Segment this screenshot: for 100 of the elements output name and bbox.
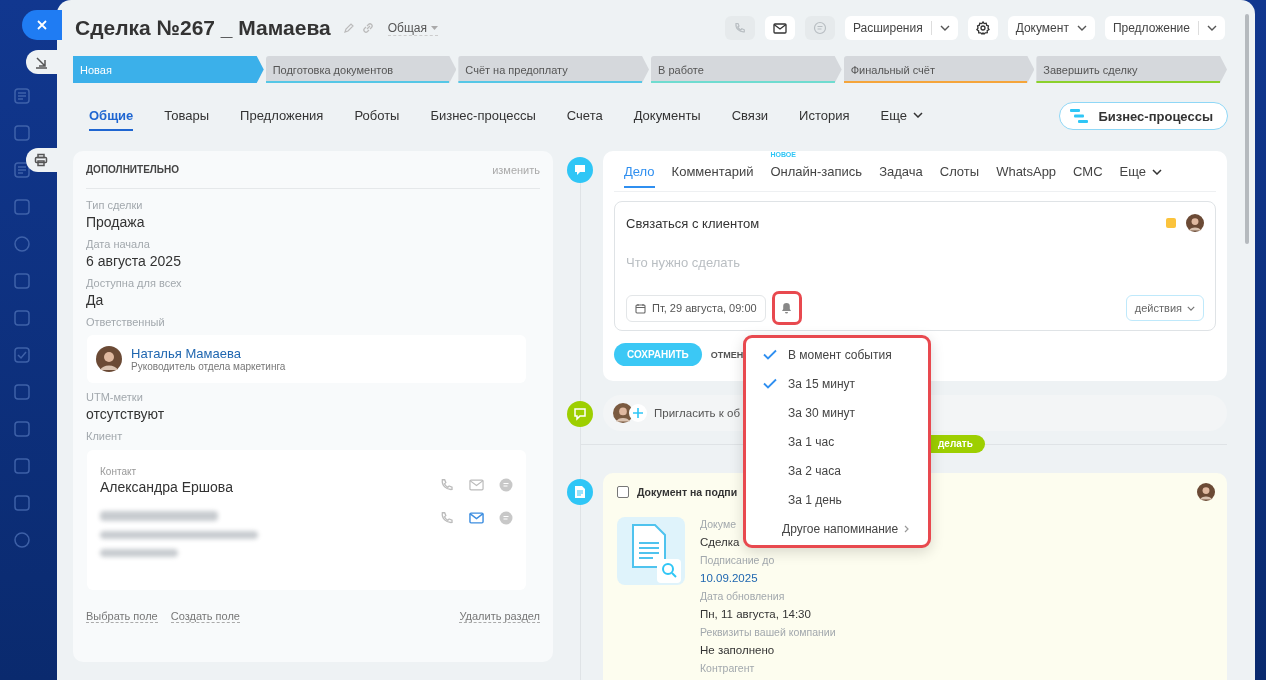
section-title: ДОПОЛНИТЕЛЬНО bbox=[86, 164, 180, 175]
field-action-link[interactable]: Выбрать поле bbox=[86, 610, 158, 623]
circle-icon[interactable] bbox=[12, 531, 31, 549]
business-process-button[interactable]: Бизнес-процессы bbox=[1059, 102, 1228, 130]
chevron-down-icon bbox=[1076, 25, 1087, 31]
split-dropdown-button[interactable]: Предложение bbox=[1104, 16, 1225, 40]
field-label: Тип сделки bbox=[86, 199, 144, 211]
cancel-button[interactable]: ОТМЕН bbox=[710, 349, 744, 360]
stage-step[interactable]: Подготовка документов bbox=[265, 56, 457, 83]
field-label: UTM-метки bbox=[86, 391, 144, 403]
split-dropdown-button[interactable]: Расширения bbox=[844, 16, 958, 40]
tab[interactable]: СМС bbox=[1073, 154, 1103, 188]
tab[interactable]: Слоты bbox=[939, 154, 980, 188]
close-button[interactable] bbox=[22, 10, 62, 40]
person-role: Руководитель отдела маркетинга bbox=[131, 361, 286, 372]
phone-icon[interactable] bbox=[440, 478, 454, 492]
app-icon[interactable] bbox=[12, 161, 31, 179]
arrow-icon bbox=[33, 55, 48, 69]
tab[interactable]: Бизнес-процессы bbox=[430, 101, 536, 131]
mail-icon[interactable] bbox=[468, 512, 485, 524]
date-link[interactable]: 10.09.2025 bbox=[700, 569, 758, 587]
field-label: Клиент bbox=[86, 430, 124, 442]
menu-item[interactable]: За 2 часа bbox=[746, 456, 928, 485]
chevron-down-icon bbox=[939, 25, 950, 31]
mail-icon[interactable] bbox=[468, 479, 485, 491]
circle-icon[interactable] bbox=[12, 235, 31, 253]
tab[interactable]: Еще bbox=[1119, 154, 1163, 188]
category-dropdown[interactable]: Общая bbox=[387, 20, 438, 36]
avatar bbox=[96, 346, 122, 372]
settings-button[interactable] bbox=[967, 16, 998, 40]
field-label: Дата обновления bbox=[700, 589, 785, 603]
stage-step[interactable]: Завершить сделку bbox=[1036, 56, 1228, 83]
email-button[interactable] bbox=[764, 16, 795, 40]
calendar-icon bbox=[635, 302, 646, 314]
menu-item[interactable]: За 30 минут bbox=[746, 398, 928, 427]
stage-step[interactable]: Финальный счёт bbox=[843, 56, 1035, 83]
tab[interactable]: Товары bbox=[164, 101, 210, 131]
field-label: Подписание до bbox=[700, 553, 775, 567]
dropdown-button[interactable]: Документ bbox=[1007, 16, 1095, 40]
add-icon[interactable] bbox=[629, 404, 647, 422]
chat-icon[interactable] bbox=[499, 478, 513, 492]
gear-icon bbox=[975, 21, 990, 35]
chevron-down-icon bbox=[1187, 305, 1195, 311]
tab[interactable]: WhatsApp bbox=[996, 154, 1057, 188]
task-title[interactable]: Связаться с клиентом bbox=[626, 215, 1158, 231]
chat-icon[interactable] bbox=[499, 511, 513, 525]
stage-step[interactable]: В работе bbox=[651, 56, 842, 83]
print-button[interactable] bbox=[26, 148, 57, 172]
field-action-link[interactable]: Создать поле bbox=[170, 610, 240, 623]
tab[interactable]: Роботы bbox=[354, 101, 400, 131]
field-value: Сделка bbox=[700, 535, 740, 550]
field-label: Дата начала bbox=[86, 238, 151, 250]
field-value: Не заполнено bbox=[700, 643, 775, 658]
priority-icon[interactable] bbox=[1166, 218, 1176, 228]
pencil-icon[interactable] bbox=[342, 22, 354, 34]
tab[interactable]: Комментарий bbox=[671, 154, 754, 188]
link-icon[interactable] bbox=[361, 22, 374, 34]
tab[interactable]: Предложения bbox=[240, 101, 324, 131]
document-icon bbox=[567, 479, 593, 505]
actions-dropdown[interactable]: действия bbox=[1125, 295, 1204, 321]
tab[interactable]: Счета bbox=[566, 101, 603, 131]
printer-icon bbox=[33, 153, 48, 167]
chevron-down-icon bbox=[1207, 25, 1217, 31]
menu-item[interactable]: В момент события bbox=[746, 340, 928, 369]
menu-item[interactable]: За 1 день bbox=[746, 485, 928, 514]
person-link[interactable]: Наталья Мамаева bbox=[131, 346, 286, 361]
phone-icon[interactable] bbox=[440, 511, 454, 525]
collapse-button[interactable] bbox=[26, 50, 57, 74]
tab[interactable]: Общие bbox=[89, 101, 134, 131]
field-value: Пн, 11 августа, 14:30 bbox=[700, 607, 811, 622]
document-preview-icon[interactable] bbox=[617, 517, 685, 585]
invite-text: Пригласить к об bbox=[654, 407, 740, 419]
caret-icon bbox=[430, 25, 438, 30]
checkbox[interactable] bbox=[617, 486, 629, 498]
field-label: Ответственный bbox=[86, 316, 166, 328]
chevron-down-icon bbox=[1152, 168, 1163, 175]
close-icon bbox=[36, 19, 48, 31]
chevron-right-icon bbox=[904, 524, 910, 533]
deal-title: Сделка №267 _ Мамаева bbox=[75, 16, 331, 40]
chat-icon bbox=[812, 21, 827, 35]
field-value: Да bbox=[86, 292, 105, 308]
tab[interactable]: Задача bbox=[879, 154, 923, 188]
tab[interactable]: Еще bbox=[880, 101, 923, 131]
contact-name[interactable]: Александра Ершова bbox=[100, 479, 233, 495]
scrollbar[interactable] bbox=[1245, 14, 1249, 244]
delete-section-link[interactable]: Удалить раздел bbox=[459, 610, 540, 623]
tab[interactable]: История bbox=[799, 101, 850, 131]
reminder-button[interactable] bbox=[771, 291, 802, 325]
tab[interactable]: Документы bbox=[633, 101, 701, 131]
contact-label: Контакт bbox=[100, 466, 137, 477]
description-field[interactable]: Что нужно сделать bbox=[626, 255, 926, 270]
document-title: Документ на подпи bbox=[637, 486, 738, 498]
stage-step[interactable]: Счёт на предоплату bbox=[458, 56, 649, 83]
tab[interactable]: Связи bbox=[731, 101, 769, 131]
deadline-button[interactable]: Пт, 29 августа, 09:00 bbox=[626, 294, 766, 322]
menu-item[interactable]: Другое напоминание bbox=[746, 514, 928, 543]
menu-item[interactable]: За 15 минут bbox=[746, 369, 928, 398]
phone-icon bbox=[733, 22, 746, 34]
checkbox-icon[interactable] bbox=[12, 346, 31, 364]
field-label: Докуме bbox=[700, 517, 736, 531]
